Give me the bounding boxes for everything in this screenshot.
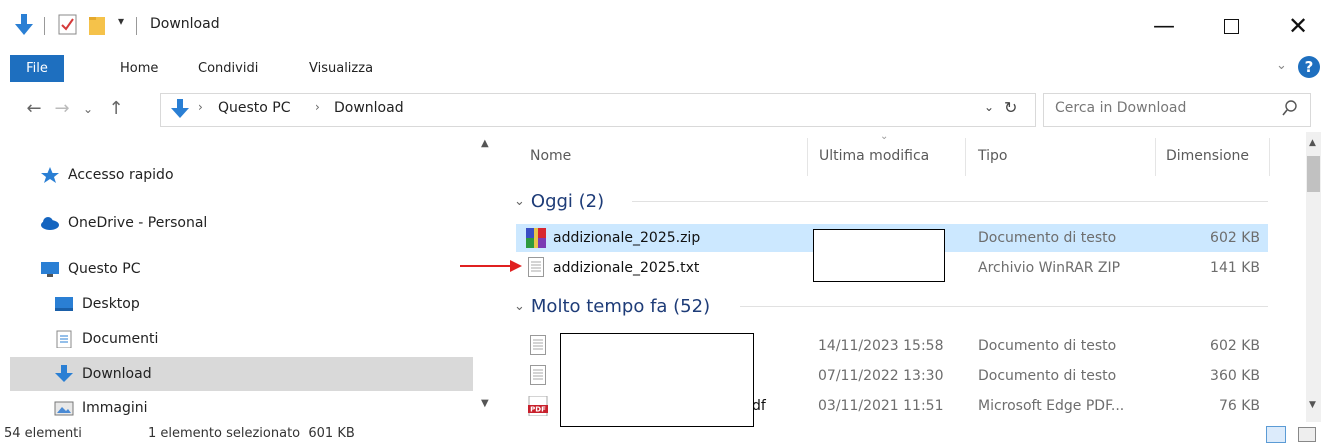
desktop-folder-icon (54, 295, 74, 313)
up-button[interactable]: ↑ (104, 96, 128, 122)
help-icon[interactable]: ? (1298, 56, 1320, 78)
properties-check-icon[interactable] (58, 14, 78, 36)
file-modified: 14/11/2023 15:58 (818, 338, 944, 354)
group-header-today[interactable]: ⌄ Oggi (2) (514, 188, 604, 214)
group-label: Molto tempo fa (52) (530, 295, 711, 317)
customize-toolbar-icon[interactable]: ▾ (118, 14, 124, 28)
scroll-up-icon[interactable]: ▲ (1309, 138, 1316, 148)
quick-access-download-icon[interactable] (14, 13, 34, 37)
redacted-area (560, 333, 754, 427)
column-header-modified[interactable]: Ultima modifica (819, 144, 929, 168)
breadcrumb-download[interactable]: Download (334, 100, 404, 116)
nav-item-label: Download (82, 366, 152, 382)
download-folder-icon (170, 98, 190, 120)
minimize-button[interactable]: — (1144, 8, 1184, 44)
nav-item-label: Questo PC (68, 261, 141, 277)
ribbon-expand-icon[interactable]: ⌄ (1276, 58, 1287, 73)
navigation-scrollbar[interactable] (476, 132, 497, 422)
column-header-type[interactable]: Tipo (978, 144, 1007, 168)
nav-item-label: OneDrive - Personal (68, 215, 208, 231)
new-folder-icon[interactable] (88, 14, 108, 36)
address-dropdown-icon[interactable]: ⌄ (984, 100, 994, 114)
file-type: Documento di testo (978, 338, 1117, 354)
text-file-icon (530, 365, 546, 385)
address-bar[interactable] (160, 93, 1036, 127)
window-title: Download (150, 16, 220, 32)
text-file-icon (528, 257, 544, 277)
tab-file[interactable]: File (10, 55, 64, 82)
tab-condividi[interactable]: Condividi (192, 56, 264, 82)
file-size: 141 KB (1210, 260, 1260, 276)
cloud-icon (40, 214, 60, 232)
nav-item-onedrive[interactable]: OneDrive - Personal (40, 206, 476, 240)
item-count: 54 elementi (4, 426, 82, 441)
pictures-folder-icon (54, 399, 74, 417)
close-button[interactable]: ✕ (1278, 8, 1318, 44)
pdf-file-icon: PDF (528, 395, 548, 417)
column-header-size[interactable]: Dimensione (1166, 144, 1249, 168)
group-collapse-icon[interactable]: ⌄ (514, 194, 525, 209)
tab-home[interactable]: Home (114, 56, 164, 82)
maximize-icon (1223, 18, 1239, 34)
text-file-icon (530, 335, 546, 355)
svg-text:PDF: PDF (530, 406, 546, 414)
ribbon-tabs: File Home Condividi Visualizza ⌄ ? (0, 52, 1321, 84)
nav-item-label: Accesso rapido (68, 167, 174, 183)
redacted-area (813, 229, 945, 282)
file-type: Microsoft Edge PDF... (978, 398, 1125, 414)
large-icons-view-icon[interactable] (1298, 427, 1316, 442)
documents-folder-icon (54, 330, 74, 349)
group-label: Oggi (2) (530, 190, 605, 212)
file-size: 76 KB (1218, 398, 1260, 414)
nav-item-label: Immagini (82, 400, 148, 416)
nav-item-desktop[interactable]: Desktop (54, 287, 476, 321)
scroll-down-icon[interactable]: ▼ (1309, 400, 1316, 410)
file-name: addizionale_2025.txt (553, 260, 700, 276)
status-bar: 54 elementi 1 elemento selezionato 601 K… (0, 424, 1321, 443)
nav-item-documenti[interactable]: Documenti (54, 322, 476, 356)
breadcrumb-chevron-icon[interactable]: › (315, 100, 320, 114)
file-size: 602 KB (1210, 338, 1260, 354)
annotation-arrow-icon (460, 259, 522, 273)
download-arrow-icon (54, 365, 74, 383)
file-modified: 03/11/2021 11:51 (818, 398, 944, 414)
details-view-icon[interactable] (1266, 426, 1286, 443)
breadcrumb-chevron-icon[interactable]: › (198, 100, 203, 114)
sort-indicator-icon: ⌄ (880, 131, 889, 142)
breadcrumb-questo-pc[interactable]: Questo PC (218, 100, 291, 116)
file-type: Archivio WinRAR ZIP (978, 260, 1121, 276)
nav-item-download[interactable]: Download (10, 357, 473, 391)
file-type: Documento di testo (978, 230, 1117, 246)
maximize-button[interactable] (1211, 8, 1251, 44)
scrollbar-thumb[interactable] (1307, 156, 1320, 192)
forward-button[interactable]: → (50, 96, 74, 122)
winrar-archive-icon (526, 228, 546, 248)
nav-item-immagini[interactable]: Immagini (54, 393, 476, 423)
nav-item-accesso-rapido[interactable]: Accesso rapido (40, 158, 476, 192)
file-size: 602 KB (1210, 230, 1260, 246)
file-name-suffix: df (752, 398, 766, 414)
back-button[interactable]: ← (22, 96, 46, 122)
star-icon (40, 166, 60, 184)
file-type: Documento di testo (978, 368, 1117, 384)
group-header-older[interactable]: ⌄ Molto tempo fa (52) (514, 293, 710, 319)
nav-item-label: Documenti (82, 331, 159, 347)
tab-visualizza[interactable]: Visualizza (303, 56, 379, 82)
monitor-icon (40, 260, 60, 278)
refresh-icon[interactable]: ↻ (1004, 98, 1017, 117)
search-placeholder: Cerca in Download (1055, 100, 1187, 116)
nav-scroll-down-icon[interactable]: ▼ (481, 398, 489, 409)
file-modified: 07/11/2022 13:30 (818, 368, 944, 384)
column-header-name[interactable]: Nome (530, 144, 571, 168)
nav-scroll-up-icon[interactable]: ▲ (481, 138, 489, 149)
search-icon[interactable] (1282, 100, 1298, 116)
nav-item-label: Desktop (82, 296, 140, 312)
recent-locations-button[interactable]: ⌄ (76, 96, 100, 122)
file-size: 360 KB (1210, 368, 1260, 384)
title-bar: ▾ Download — ✕ (0, 0, 1321, 52)
nav-item-questo-pc[interactable]: Questo PC (40, 252, 476, 286)
file-name: addizionale_2025.zip (553, 230, 701, 246)
group-collapse-icon[interactable]: ⌄ (514, 299, 525, 314)
selection-info: 1 elemento selezionato 601 KB (148, 426, 355, 441)
